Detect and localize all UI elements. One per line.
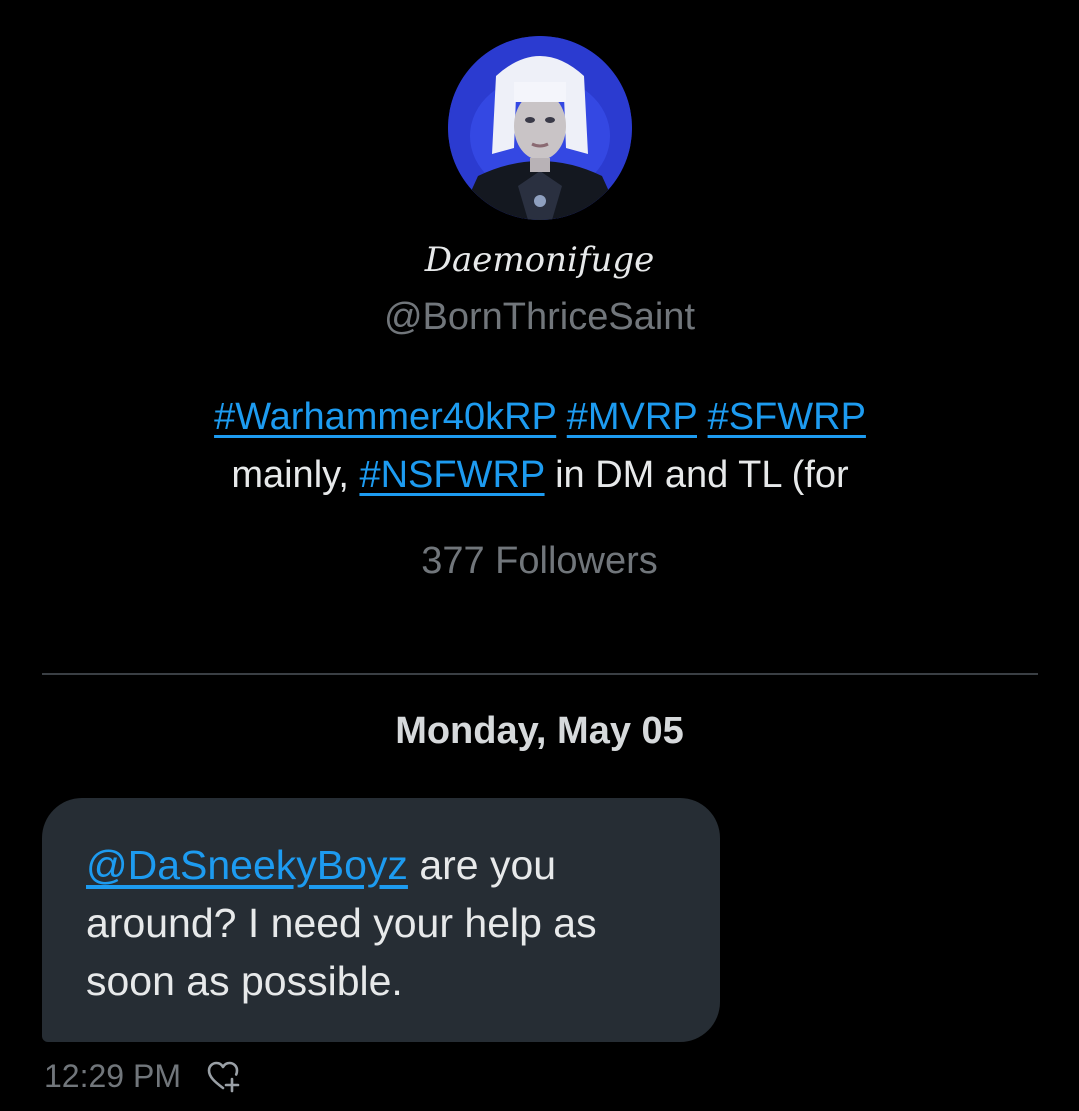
hashtag-link[interactable]: #SFWRP	[708, 396, 866, 438]
bio-text: mainly,	[231, 454, 349, 496]
message-meta: 12:29 PM	[44, 1056, 243, 1096]
followers-count[interactable]: 377 Followers	[0, 540, 1079, 583]
mention-link[interactable]: @DaSneekyBoyz	[86, 842, 408, 888]
hashtag-link[interactable]: #NSFWRP	[359, 454, 544, 496]
message-timestamp: 12:29 PM	[44, 1057, 181, 1094]
hashtag-link[interactable]: #MVRP	[567, 396, 697, 438]
hashtag-link[interactable]: #Warhammer40kRP	[214, 396, 556, 438]
profile-avatar[interactable]	[448, 36, 632, 220]
divider	[42, 673, 1038, 675]
date-separator: Monday, May 05	[395, 710, 684, 752]
message-bubble[interactable]: @DaSneekyBoyz are you around? I need you…	[42, 798, 720, 1042]
profile-bio: #Warhammer40kRP #MVRP #SFWRP mainly, #NS…	[90, 388, 990, 504]
profile-handle: @BornThriceSaint	[383, 296, 696, 338]
avatar-image	[448, 36, 632, 220]
heart-plus-icon[interactable]	[203, 1056, 243, 1096]
bio-text: in DM and TL (for	[555, 454, 849, 496]
display-name: Daemonifuge	[424, 240, 655, 280]
